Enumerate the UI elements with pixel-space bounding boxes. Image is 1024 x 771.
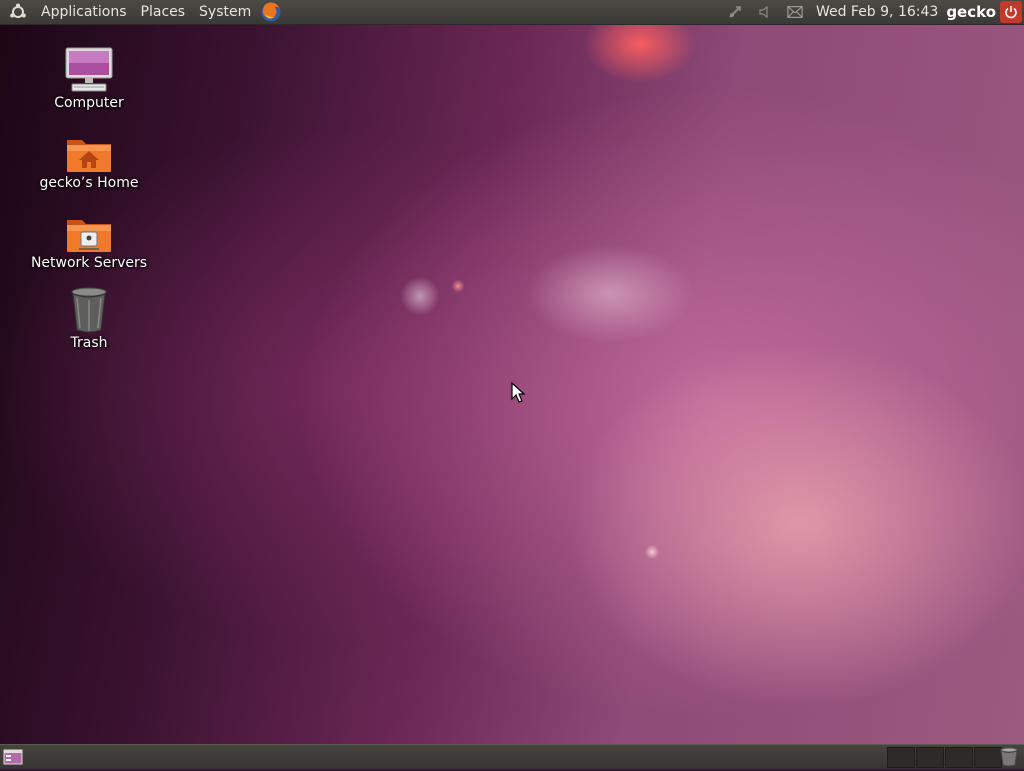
desktop-icon-label: gecko’s Home xyxy=(39,175,139,191)
desktop-icon-label: Network Servers xyxy=(30,255,148,271)
show-desktop-button[interactable] xyxy=(3,748,23,766)
network-folder-icon xyxy=(63,204,115,254)
bottom-panel xyxy=(0,744,1024,769)
desktop-icon-computer[interactable]: Computer xyxy=(29,44,149,111)
clock[interactable]: Wed Feb 9, 16:43 xyxy=(816,4,938,20)
show-desktop-icon xyxy=(3,749,23,765)
trash-applet-icon xyxy=(1000,747,1018,767)
menu-system[interactable]: System xyxy=(192,0,258,24)
mail-icon[interactable] xyxy=(787,4,803,20)
power-button[interactable] xyxy=(1000,1,1022,23)
power-icon xyxy=(1005,6,1017,19)
mouse-cursor-icon xyxy=(511,382,525,403)
volume-icon[interactable] xyxy=(757,4,773,20)
desktop-icon-network-servers[interactable]: Network Servers xyxy=(29,204,149,271)
user-name[interactable]: gecko xyxy=(946,3,996,21)
desktop-icon-home[interactable]: gecko’s Home xyxy=(29,124,149,191)
computer-icon xyxy=(63,44,115,94)
network-icon[interactable] xyxy=(727,4,743,20)
workspace-1[interactable] xyxy=(887,747,915,768)
workspace-3[interactable] xyxy=(945,747,973,768)
firefox-icon[interactable] xyxy=(260,1,282,23)
desktop-icon-label: Computer xyxy=(54,95,124,111)
trash-applet-button[interactable] xyxy=(998,747,1020,767)
desktop-icon-trash[interactable]: Trash xyxy=(29,284,149,351)
desktop-icon-label: Trash xyxy=(70,335,108,351)
top-panel: Applications Places System Wed Feb 9, 16… xyxy=(0,0,1024,25)
workspace-switcher xyxy=(887,747,1003,768)
ubuntu-logo-icon[interactable] xyxy=(8,2,28,22)
trash-icon xyxy=(63,284,115,334)
menu-applications[interactable]: Applications xyxy=(34,0,134,24)
workspace-2[interactable] xyxy=(916,747,944,768)
home-folder-icon xyxy=(63,124,115,174)
menu-places[interactable]: Places xyxy=(134,0,193,24)
